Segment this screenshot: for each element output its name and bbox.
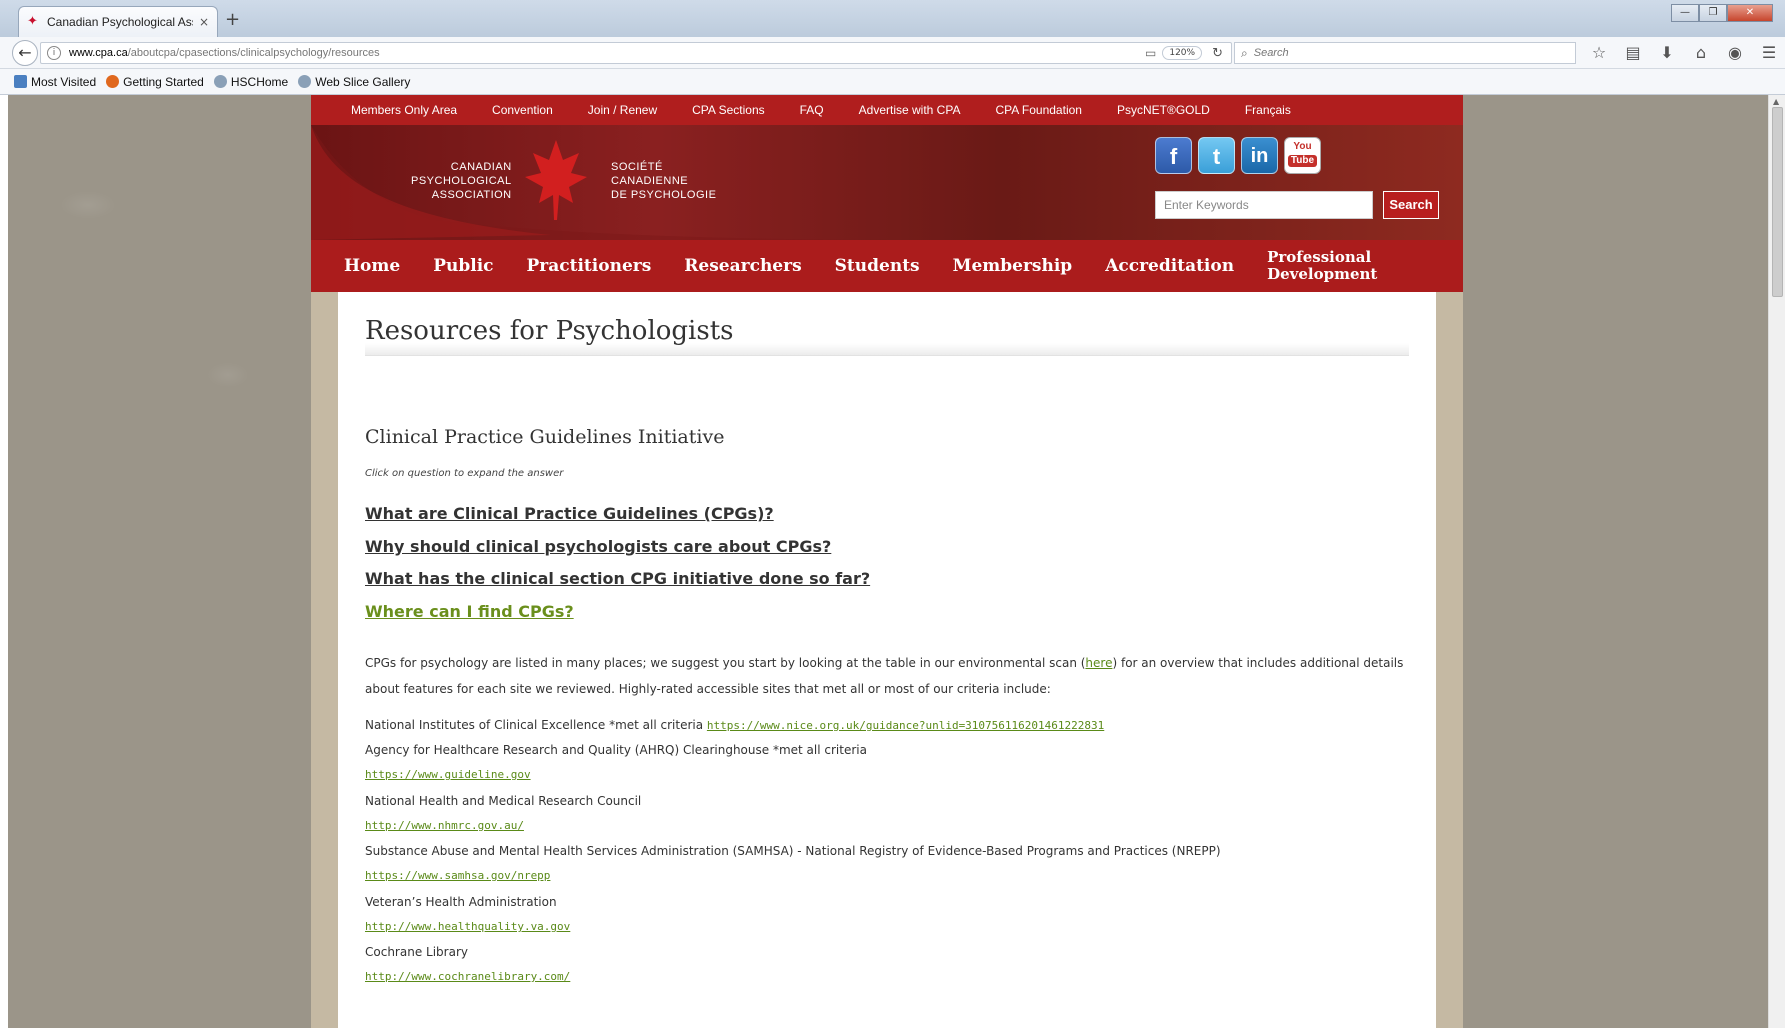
list-item: National Institutes of Clinical Excellen… — [365, 718, 1105, 732]
bookmark-getting-started[interactable]: Getting Started — [106, 75, 204, 89]
twitter-icon[interactable]: t — [1198, 137, 1235, 174]
linkedin-icon[interactable]: in — [1241, 137, 1278, 174]
faq-question[interactable]: What has the clinical section CPG initia… — [365, 569, 870, 588]
bookmarks-bar: Most Visited Getting Started HSCHome Web… — [0, 69, 1785, 95]
social-links: f t in You Tube — [1155, 137, 1321, 174]
nav-membership[interactable]: Membership — [953, 256, 1073, 276]
topnav-members-only[interactable]: Members Only Area — [351, 103, 457, 117]
nhmrc-link[interactable]: http://www.nhmrc.gov.au/ — [365, 819, 524, 832]
topnav-faq[interactable]: FAQ — [800, 103, 824, 117]
nice-link[interactable]: https://www.nice.org.uk/guidance?unlid=3… — [707, 719, 1104, 732]
expand-hint: Click on question to expand the answer — [365, 468, 564, 479]
cochrane-link[interactable]: http://www.cochranelibrary.com/ — [365, 970, 570, 983]
bookmark-hschome[interactable]: HSCHome — [213, 75, 288, 89]
guideline-link[interactable]: https://www.guideline.gov — [365, 768, 531, 781]
topnav-join-renew[interactable]: Join / Renew — [588, 103, 657, 117]
browser-search-field[interactable]: ⌕ — [1234, 42, 1576, 64]
page-scrollbar[interactable]: ▲ — [1768, 95, 1785, 1028]
topnav-psycnet-gold[interactable]: PsycNET®GOLD — [1117, 103, 1210, 117]
scroll-thumb[interactable] — [1772, 107, 1783, 297]
nav-accreditation[interactable]: Accreditation — [1105, 256, 1234, 276]
topnav-francais[interactable]: Français — [1245, 103, 1291, 117]
zoom-level[interactable]: 120% — [1162, 46, 1203, 60]
toolbar-icons: ☆ ▤ ⬇ ⌂ ◉ ☰ — [1588, 43, 1780, 63]
section-title: Clinical Practice Guidelines Initiative — [365, 426, 725, 448]
bookmark-most-visited[interactable]: Most Visited — [14, 75, 96, 89]
nav-home[interactable]: Home — [344, 256, 400, 276]
top-utility-nav: Members Only Area Convention Join / Rene… — [311, 95, 1463, 125]
logo-text-french: SOCIÉTÉ CANADIENNE DE PSYCHOLOGIE — [611, 161, 717, 201]
navigation-toolbar: ← i www.cpa.ca/aboutcpa/cpasections/clin… — [0, 37, 1785, 69]
close-window-button[interactable]: ✕ — [1727, 4, 1773, 22]
search-icon: ⌕ — [1241, 45, 1248, 60]
firefox-icon — [106, 75, 120, 88]
bookmark-web-slice-gallery[interactable]: Web Slice Gallery — [298, 75, 410, 89]
pocket-icon[interactable]: ◉ — [1724, 43, 1746, 63]
list-item: National Health and Medical Research Cou… — [365, 794, 642, 808]
cpg-intro-paragraph: CPGs for psychology are listed in many p… — [365, 656, 1404, 696]
nav-students[interactable]: Students — [835, 256, 920, 276]
new-tab-button[interactable]: + — [225, 9, 240, 30]
logo-text-english: CANADIAN PSYCHOLOGICAL ASSOCIATION — [411, 161, 512, 201]
topnav-convention[interactable]: Convention — [492, 103, 553, 117]
list-item: Cochrane Library — [365, 945, 468, 959]
close-tab-icon[interactable]: × — [199, 15, 209, 29]
back-button[interactable]: ← — [12, 40, 38, 66]
maple-leaf-logo-icon — [525, 140, 587, 220]
site-container: Members Only Area Convention Join / Rene… — [311, 95, 1463, 1028]
facebook-icon[interactable]: f — [1155, 137, 1192, 174]
scroll-up-icon[interactable]: ▲ — [1773, 97, 1779, 106]
restore-button[interactable]: ❐ — [1699, 4, 1727, 22]
samhsa-link[interactable]: https://www.samhsa.gov/nrepp — [365, 869, 550, 882]
bookmark-star-icon[interactable]: ☆ — [1588, 43, 1610, 63]
va-link[interactable]: http://www.healthquality.va.gov — [365, 920, 570, 933]
topnav-advertise[interactable]: Advertise with CPA — [859, 103, 961, 117]
reader-view-icon[interactable]: ▭ — [1145, 46, 1156, 60]
cpa-leaf-icon: ✦ — [27, 14, 38, 29]
faq-question[interactable]: What are Clinical Practice Guidelines (C… — [365, 504, 774, 523]
list-item: Substance Abuse and Mental Health Servic… — [365, 844, 1221, 858]
browser-search-input[interactable] — [1253, 47, 1575, 59]
nav-practitioners[interactable]: Practitioners — [527, 256, 652, 276]
home-icon[interactable]: ⌂ — [1690, 43, 1712, 63]
page-viewport: Members Only Area Convention Join / Rene… — [8, 95, 1768, 1028]
nav-researchers[interactable]: Researchers — [684, 256, 801, 276]
globe-icon — [213, 75, 227, 88]
list-item: Veteran’s Health Administration — [365, 895, 557, 909]
main-navigation: Home Public Practitioners Researchers St… — [311, 240, 1463, 292]
nav-public[interactable]: Public — [433, 256, 493, 276]
youtube-icon[interactable]: You Tube — [1284, 137, 1321, 174]
globe-icon — [298, 75, 312, 88]
site-search-button[interactable]: Search — [1383, 191, 1439, 219]
page-title: Resources for Psychologists — [365, 316, 1409, 356]
hamburger-menu-icon[interactable]: ☰ — [1758, 43, 1780, 63]
faq-question-expanded[interactable]: Where can I find CPGs? — [365, 602, 574, 621]
header-banner: CANADIAN PSYCHOLOGICAL ASSOCIATION SOCIÉ… — [311, 125, 1463, 240]
browser-tab[interactable]: ✦ Canadian Psychological Asso × — [18, 6, 218, 37]
topnav-cpa-foundation[interactable]: CPA Foundation — [995, 103, 1082, 117]
nav-professional-development[interactable]: Professional Development — [1267, 249, 1377, 283]
topnav-cpa-sections[interactable]: CPA Sections — [692, 103, 764, 117]
site-search-input[interactable]: Enter Keywords — [1155, 191, 1373, 219]
environmental-scan-link[interactable]: here — [1085, 656, 1112, 670]
list-item: Agency for Healthcare Research and Quali… — [365, 743, 867, 757]
minimize-button[interactable]: — — [1671, 4, 1699, 22]
url-text[interactable]: www.cpa.ca/aboutcpa/cpasections/clinical… — [69, 47, 1145, 59]
title-bar: ✦ Canadian Psychological Asso × + — ❐ ✕ — [0, 0, 1785, 37]
faq-question[interactable]: Why should clinical psychologists care a… — [365, 537, 831, 556]
reload-icon[interactable]: ↻ — [1212, 46, 1223, 61]
tab-title: Canadian Psychological Asso — [47, 15, 193, 29]
address-bar[interactable]: i www.cpa.ca/aboutcpa/cpasections/clinic… — [40, 42, 1232, 64]
site-info-icon[interactable]: i — [47, 46, 61, 60]
bookmarks-menu-icon[interactable]: ▤ — [1622, 43, 1644, 63]
window-controls: — ❐ ✕ — [1671, 4, 1773, 22]
main-content: Resources for Psychologists Clinical Pra… — [338, 292, 1436, 1028]
downloads-icon[interactable]: ⬇ — [1656, 43, 1678, 63]
bookmark-folder-icon — [14, 75, 27, 88]
